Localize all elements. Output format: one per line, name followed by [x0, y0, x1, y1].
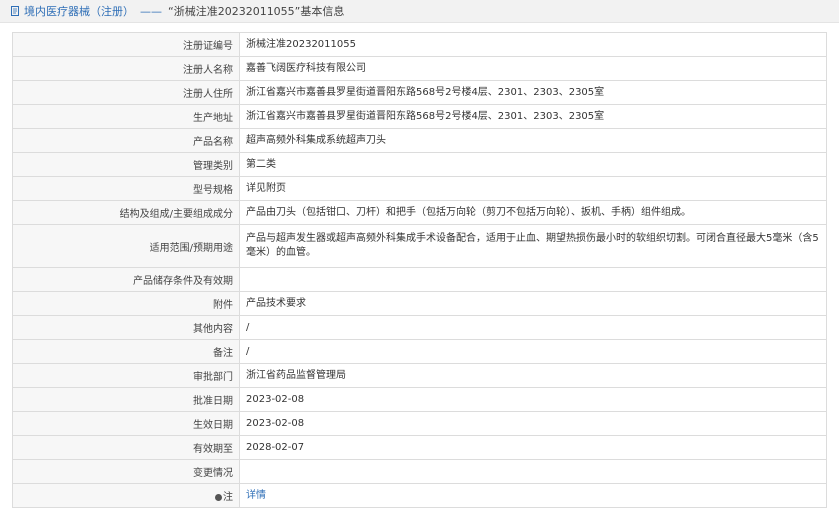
- table-row: 注 详情: [12, 483, 827, 508]
- table-row: 变更情况: [12, 459, 827, 484]
- row-value: 产品与超声发生器或超声高频外科集成手术设备配合，适用于止血、期望热损伤最小时的软…: [239, 224, 827, 268]
- table-row: 批准日期 2023-02-08: [12, 387, 827, 412]
- table-row: 结构及组成/主要组成成分 产品由刀头（包括钳口、刀杆）和把手（包括万向轮（剪刀不包…: [12, 200, 827, 225]
- title-dash: ——: [140, 5, 162, 18]
- row-value: 第二类: [239, 152, 827, 177]
- row-value: 产品技术要求: [239, 291, 827, 316]
- page-header: 境内医疗器械（注册） —— “浙械注准20232011055”基本信息: [0, 0, 839, 23]
- row-value: 2023-02-08: [239, 387, 827, 412]
- table-row: 管理类别 第二类: [12, 152, 827, 177]
- table-row: 产品储存条件及有效期: [12, 267, 827, 292]
- row-label: 产品名称: [12, 128, 240, 153]
- row-label: 附件: [12, 291, 240, 316]
- row-label: 管理类别: [12, 152, 240, 177]
- table-row: 生效日期 2023-02-08: [12, 411, 827, 436]
- row-value: 浙江省药品监督管理局: [239, 363, 827, 388]
- table-row: 注册证编号 浙械注准20232011055: [12, 32, 827, 57]
- table-row: 适用范围/预期用途 产品与超声发生器或超声高频外科集成手术设备配合，适用于止血、期…: [12, 224, 827, 268]
- row-value: 详情: [239, 483, 827, 508]
- row-label: 型号规格: [12, 176, 240, 201]
- note-label: 注: [223, 492, 233, 503]
- table-row: 注册人名称 嘉善飞阔医疗科技有限公司: [12, 56, 827, 81]
- row-value: [239, 459, 827, 484]
- row-value: 超声高频外科集成系统超声刀头: [239, 128, 827, 153]
- row-value: 2028-02-07: [239, 435, 827, 460]
- row-label: 结构及组成/主要组成成分: [12, 200, 240, 225]
- table-row: 审批部门 浙江省药品监督管理局: [12, 363, 827, 388]
- row-label: 注册人住所: [12, 80, 240, 105]
- row-label: 备注: [12, 339, 240, 364]
- row-label: 其他内容: [12, 315, 240, 340]
- row-label: 产品储存条件及有效期: [12, 267, 240, 292]
- page-title: 境内医疗器械（注册） —— “浙械注准20232011055”基本信息: [24, 3, 344, 19]
- row-label: 注册证编号: [12, 32, 240, 57]
- table-row: 有效期至 2028-02-07: [12, 435, 827, 460]
- note-icon: [215, 493, 222, 501]
- row-value: 浙江省嘉兴市嘉善县罗星街道晋阳东路568号2号楼4层、2301、2303、230…: [239, 80, 827, 105]
- table-row: 生产地址 浙江省嘉兴市嘉善县罗星街道晋阳东路568号2号楼4层、2301、2303…: [12, 104, 827, 129]
- table-row: 型号规格 详见附页: [12, 176, 827, 201]
- row-value: 详见附页: [239, 176, 827, 201]
- row-label: 适用范围/预期用途: [12, 224, 240, 268]
- table-row: 附件 产品技术要求: [12, 291, 827, 316]
- row-label: 生产地址: [12, 104, 240, 129]
- table-row: 注册人住所 浙江省嘉兴市嘉善县罗星街道晋阳东路568号2号楼4层、2301、230…: [12, 80, 827, 105]
- row-label: 有效期至: [12, 435, 240, 460]
- title-category: 境内医疗器械（注册）: [24, 5, 134, 18]
- table-row: 其他内容 /: [12, 315, 827, 340]
- row-value: 嘉善飞阔医疗科技有限公司: [239, 56, 827, 81]
- row-value: /: [239, 339, 827, 364]
- row-label: 变更情况: [12, 459, 240, 484]
- row-value: 2023-02-08: [239, 411, 827, 436]
- row-value: 产品由刀头（包括钳口、刀杆）和把手（包括万向轮（剪刀不包括万向轮）、扳机、手柄）…: [239, 200, 827, 225]
- row-value: [239, 267, 827, 292]
- title-detail: “浙械注准20232011055”基本信息: [168, 5, 345, 18]
- row-value: 浙江省嘉兴市嘉善县罗星街道晋阳东路568号2号楼4层、2301、2303、230…: [239, 104, 827, 129]
- row-label: 注册人名称: [12, 56, 240, 81]
- table-row: 产品名称 超声高频外科集成系统超声刀头: [12, 128, 827, 153]
- row-label: 注: [12, 483, 240, 508]
- row-value: /: [239, 315, 827, 340]
- row-label: 生效日期: [12, 411, 240, 436]
- table-row: 备注 /: [12, 339, 827, 364]
- row-label: 批准日期: [12, 387, 240, 412]
- document-icon: [11, 6, 19, 16]
- row-value: 浙械注准20232011055: [239, 32, 827, 57]
- registration-info-table: 注册证编号 浙械注准20232011055 注册人名称 嘉善飞阔医疗科技有限公司 注…: [12, 32, 827, 508]
- details-link[interactable]: 详情: [246, 490, 266, 501]
- row-label: 审批部门: [12, 363, 240, 388]
